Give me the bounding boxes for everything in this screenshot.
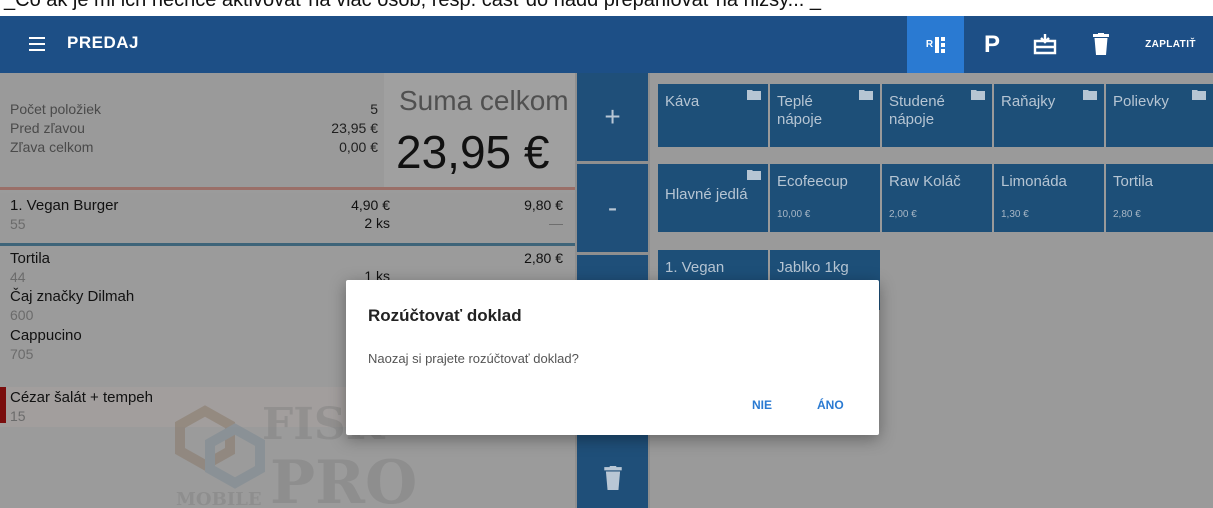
cash-drawer-button[interactable] <box>1028 28 1062 60</box>
caption-strip: _Čo ak je mi ich nechce aktivovať na via… <box>0 0 1213 16</box>
item-name: 1. Vegan Burger <box>10 197 119 214</box>
before-discount-value: 23,95 € <box>331 120 378 136</box>
tile-label: 1. Vegan <box>665 259 725 276</box>
dialog-yes-button[interactable]: ÁNO <box>811 394 850 416</box>
parking-button[interactable]: P <box>978 16 1006 73</box>
caption-text: _Čo ak je mi ich nechce aktivovať na via… <box>4 0 822 11</box>
item-count-label: Počet položiek <box>10 101 102 117</box>
item-total: 9,80 € <box>524 197 563 213</box>
pay-button[interactable]: ZAPLATIŤ <box>1128 28 1213 60</box>
pos-screen: _Čo ak je mi ich nechce aktivovať na via… <box>0 0 1213 508</box>
item-code: 600 <box>10 307 34 323</box>
tile-label: Raňajky <box>1001 93 1056 110</box>
folder-icon <box>859 90 873 100</box>
logo-word-mobile: MOBILE <box>176 489 262 508</box>
summary-divider <box>0 187 575 190</box>
increase-quantity-button[interactable]: + <box>577 73 648 161</box>
receipt-row[interactable]: 1. Vegan Burger 55 4,90 € 2 ks 9,80 € — <box>0 193 575 243</box>
before-discount-label: Pred zľavou <box>10 120 85 136</box>
folder-icon <box>1192 90 1206 100</box>
item-name: Tortila <box>10 250 51 267</box>
dialog-title: Rozúčtovať doklad <box>368 306 522 325</box>
tile-price: 10,00 € <box>777 209 811 220</box>
split-icon <box>935 36 946 53</box>
total-title: Suma celkom <box>399 85 569 116</box>
product-tile[interactable]: Limonáda 1,30 € <box>994 164 1104 232</box>
tile-price: 2,00 € <box>889 209 917 220</box>
product-tile[interactable]: Raw Koláč 2,00 € <box>882 164 992 232</box>
split-receipt-label: R <box>925 39 934 50</box>
category-tile[interactable]: Teplé nápoje <box>770 84 880 147</box>
folder-icon <box>1083 90 1097 100</box>
discount-label: Zľava celkom <box>10 139 94 155</box>
logo-word-pro: PRO <box>270 448 417 508</box>
category-tile[interactable]: Hlavné jedlá <box>658 164 768 232</box>
total-value: 23,95 € <box>396 126 550 178</box>
item-price: 4,90 € <box>351 197 390 213</box>
category-tile[interactable]: Raňajky <box>994 84 1104 147</box>
product-tile[interactable]: Tortila 2,80 € <box>1106 164 1213 232</box>
item-count-value: 5 <box>370 101 378 117</box>
total-box: Suma celkom 23,95 € <box>384 73 575 187</box>
cash-drawer-icon <box>1033 34 1057 55</box>
dialog-no-button[interactable]: NIE <box>746 394 778 416</box>
item-name: Čaj značky Dilmah <box>10 288 135 305</box>
page-title: PREDAJ <box>67 33 139 52</box>
category-tile[interactable]: Káva <box>658 84 768 147</box>
tile-label: Limonáda <box>1001 173 1067 190</box>
item-code: 55 <box>10 216 26 232</box>
decrease-quantity-button[interactable]: - <box>577 164 648 252</box>
app-bar: PREDAJ R P ZAPLATIŤ <box>0 16 1213 73</box>
trash-icon <box>1093 33 1109 55</box>
split-receipt-dialog: Rozúčtovať doklad Naozaj si prajete rozú… <box>346 280 879 435</box>
row-marker <box>0 387 6 423</box>
discount-value: 0,00 € <box>339 139 378 155</box>
category-tile[interactable]: Polievky <box>1106 84 1213 147</box>
split-receipt-button[interactable]: R <box>907 16 964 73</box>
tile-label: Raw Koláč <box>889 173 961 190</box>
tile-label: Jablko 1kg <box>777 259 849 276</box>
item-code: 44 <box>10 269 26 285</box>
tile-label: Teplé nápoje <box>777 93 823 128</box>
delete-button[interactable] <box>1088 28 1114 60</box>
selection-divider <box>0 243 575 246</box>
product-tile[interactable]: Ecofeecup 10,00 € <box>770 164 880 232</box>
receipt-summary: Počet položiek 5 Pred zľavou 23,95 € Zľa… <box>0 73 575 187</box>
item-code: 705 <box>10 346 34 362</box>
tile-label: Polievky <box>1113 93 1169 110</box>
tile-label: Studené nápoje <box>889 93 945 128</box>
item-name: Cappucino <box>10 327 82 344</box>
tile-price: 2,80 € <box>1113 209 1141 220</box>
tile-label: Tortila <box>1113 173 1154 190</box>
hamburger-menu-icon[interactable] <box>20 28 54 60</box>
item-qty: 2 ks <box>364 215 390 231</box>
category-tile[interactable]: Studené nápoje <box>882 84 992 147</box>
tile-label: Ecofeecup <box>777 173 848 190</box>
folder-icon <box>747 90 761 100</box>
item-code: 15 <box>10 408 26 424</box>
folder-icon <box>971 90 985 100</box>
folder-icon <box>747 170 761 180</box>
item-dash: — <box>549 215 563 231</box>
dialog-message: Naozaj si prajete rozúčtovať doklad? <box>368 351 579 366</box>
item-name: Cézar šalát + tempeh <box>10 389 153 406</box>
item-total: 2,80 € <box>524 250 563 266</box>
trash-icon <box>603 466 622 490</box>
tile-label: Káva <box>665 93 700 110</box>
tile-price: 1,30 € <box>1001 209 1029 220</box>
